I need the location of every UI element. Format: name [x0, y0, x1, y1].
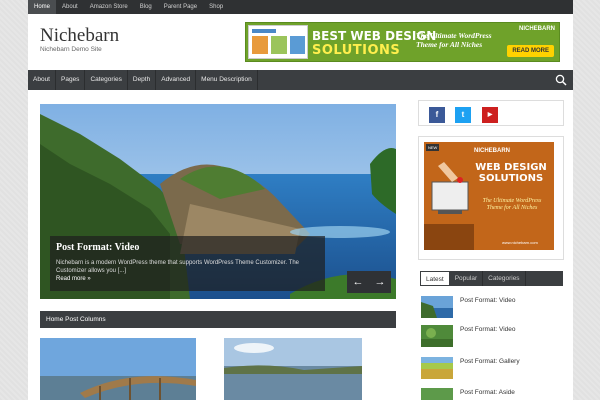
- banner-read-more-button[interactable]: READ MORE: [507, 45, 554, 57]
- nav-pages[interactable]: Pages: [56, 70, 86, 90]
- site-description: Nichebarn Demo Site: [40, 46, 102, 53]
- post-column-thumbnail-pier[interactable]: [40, 338, 196, 400]
- top-menu-shop[interactable]: Shop: [203, 0, 229, 14]
- header-banner-ad[interactable]: BEST WEB DESIGN SOLUTIONS The Ultimate W…: [245, 22, 560, 62]
- sidebar-post-title[interactable]: Post Format: Gallery: [460, 358, 520, 365]
- banner-tagline-2: Theme for All Niches: [416, 40, 483, 49]
- slider-post-title[interactable]: Post Format: Video: [56, 242, 319, 253]
- top-menu-home[interactable]: Home: [28, 0, 57, 14]
- slider-caption: Post Format: Video Nichebarn is a modern…: [50, 236, 325, 291]
- top-menu-parent-page[interactable]: Parent Page: [158, 0, 203, 14]
- sidebar-post-thumbnail: [421, 357, 453, 379]
- ad-new-tag: NEW: [426, 144, 440, 151]
- pier-image: [40, 338, 196, 400]
- banner-mockup-image: [248, 25, 308, 59]
- tab-categories[interactable]: Categories: [483, 271, 526, 286]
- sidebar-post-item[interactable]: Post Format: Video: [421, 325, 566, 349]
- top-menu-amazon-store[interactable]: Amazon Store: [84, 0, 134, 14]
- sidebar-tabs: Latest Popular Categories: [420, 271, 563, 286]
- top-menu-about[interactable]: About: [56, 0, 84, 14]
- coast-image: [224, 338, 362, 400]
- nav-menu-description[interactable]: Menu Description: [196, 70, 258, 90]
- ad-headline: WEB DESIGN SOLUTIONS: [475, 162, 547, 184]
- featured-slider[interactable]: Post Format: Video Nichebarn is a modern…: [40, 104, 396, 299]
- sidebar-post-title[interactable]: Post Format: Aside: [460, 389, 515, 396]
- slider-read-more-link[interactable]: Read more »: [56, 276, 91, 282]
- nav-depth[interactable]: Depth: [128, 70, 157, 90]
- home-post-columns-heading: Home Post Columns: [40, 311, 396, 328]
- sidebar-post-title[interactable]: Post Format: Video: [460, 326, 516, 333]
- site-title[interactable]: Nichebarn: [40, 25, 119, 47]
- ad-url: www.nichebarn.com: [502, 240, 538, 245]
- top-menu: Home About Amazon Store Blog Parent Page…: [28, 0, 573, 14]
- banner-tagline-1: The Ultimate WordPress: [416, 31, 492, 40]
- slider-prev-button[interactable]: ←: [347, 271, 369, 293]
- sidebar-post-title[interactable]: Post Format: Video: [460, 297, 516, 304]
- page-container: Home About Amazon Store Blog Parent Page…: [28, 0, 573, 400]
- sidebar-ad-widget: NEW NICHEBARN WEB DESIGN SOLUTIONS The U…: [418, 136, 564, 260]
- facebook-icon[interactable]: f: [429, 107, 445, 123]
- social-links: f t ▶: [418, 100, 564, 126]
- sidebar-post-thumbnail: [421, 296, 453, 318]
- tab-latest[interactable]: Latest: [420, 271, 450, 286]
- post-column-thumbnail-coast[interactable]: [224, 338, 362, 400]
- main-navigation: About Pages Categories Depth Advanced Me…: [28, 70, 573, 90]
- search-icon[interactable]: [555, 74, 567, 86]
- ad-tagline: The Ultimate WordPress Theme for All Nic…: [482, 198, 542, 211]
- sidebar-post-item[interactable]: Post Format: Gallery: [421, 357, 566, 381]
- nav-categories[interactable]: Categories: [85, 70, 128, 90]
- nav-about[interactable]: About: [28, 70, 56, 90]
- banner-tagline: The Ultimate WordPress Theme for All Nic…: [416, 31, 492, 49]
- ad-artwork: [424, 142, 554, 250]
- banner-headline-2: SOLUTIONS: [312, 43, 401, 58]
- sidebar-ad[interactable]: NEW NICHEBARN WEB DESIGN SOLUTIONS The U…: [424, 142, 554, 250]
- top-menu-blog[interactable]: Blog: [134, 0, 158, 14]
- sidebar-post-thumbnail: [421, 325, 453, 347]
- slider-next-button[interactable]: →: [369, 271, 391, 293]
- slider-excerpt: Nichebarn is a modern WordPress theme th…: [56, 260, 299, 274]
- twitter-icon[interactable]: t: [455, 107, 471, 123]
- ad-brand: NICHEBARN: [474, 148, 510, 154]
- nav-advanced[interactable]: Advanced: [156, 70, 197, 90]
- banner-brand: NICHEBARN: [519, 26, 555, 32]
- sidebar-post-item[interactable]: Post Format: Aside: [421, 388, 566, 400]
- sidebar-post-thumbnail: [421, 388, 453, 400]
- sidebar-post-item[interactable]: Post Format: Video: [421, 296, 566, 320]
- tab-popular[interactable]: Popular: [450, 271, 484, 286]
- youtube-icon[interactable]: ▶: [482, 107, 498, 123]
